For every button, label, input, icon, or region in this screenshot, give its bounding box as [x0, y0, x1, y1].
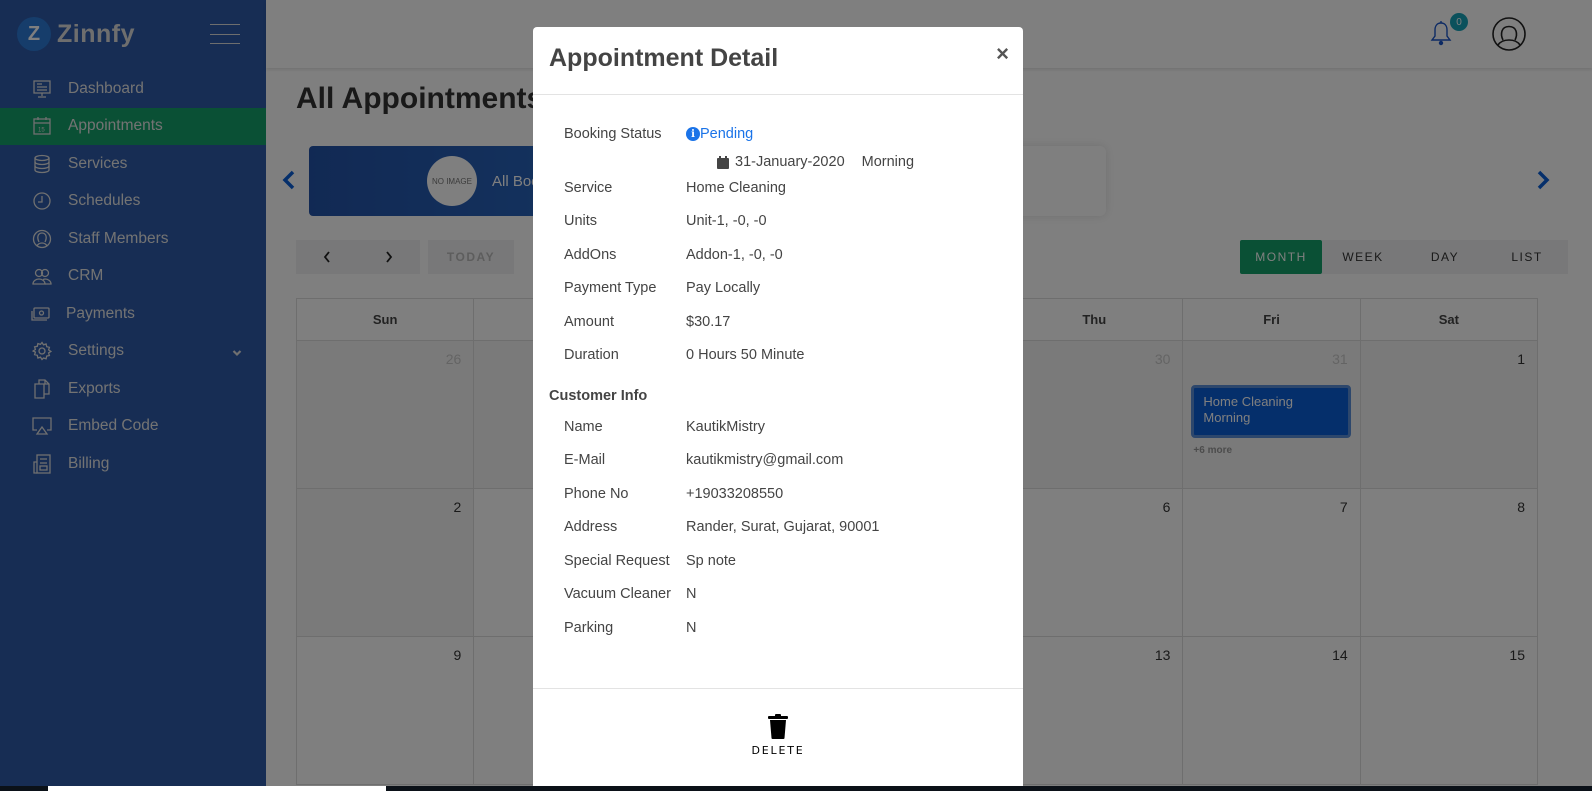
- detail-row-address: Address Rander, Surat, Gujarat, 90001: [533, 519, 1023, 553]
- booking-date: 31-January-2020: [735, 153, 845, 170]
- detail-label: Payment Type: [564, 280, 657, 296]
- detail-value: kautikmistry@gmail.com: [686, 452, 844, 468]
- detail-label: Duration: [564, 347, 619, 363]
- detail-row-parking: Parking N: [533, 620, 1023, 654]
- detail-row-payment-type: Payment Type Pay Locally: [533, 280, 1023, 314]
- delete-label: DELETE: [751, 744, 805, 757]
- detail-value: Rander, Surat, Gujarat, 90001: [686, 519, 880, 535]
- detail-value: Sp note: [686, 552, 736, 569]
- detail-row-units: Units Unit-1, -0, -0: [533, 213, 1023, 247]
- detail-value: +19033208550: [686, 485, 784, 502]
- detail-value: 0 Hours 50 Minute: [686, 347, 805, 363]
- detail-label: Address: [564, 519, 618, 535]
- detail-label: Name: [564, 418, 603, 435]
- detail-value: N: [686, 619, 697, 636]
- detail-value: Home Cleaning: [686, 179, 786, 196]
- booking-date-row: 31-January-2020 Morning: [533, 154, 1023, 180]
- detail-value: KautikMistry: [686, 418, 765, 435]
- detail-value: Addon-1, -0, -0: [686, 246, 783, 263]
- detail-label: Booking Status: [564, 126, 662, 142]
- trash-icon: [767, 714, 789, 742]
- detail-label: Special Request: [564, 552, 670, 569]
- detail-value: N: [686, 586, 697, 602]
- detail-row-email: E-Mail kautikmistry@gmail.com: [533, 452, 1023, 486]
- detail-row-phone: Phone No +19033208550: [533, 486, 1023, 520]
- taskbar-segment: [48, 786, 386, 791]
- detail-row-name: Name KautikMistry: [533, 419, 1023, 453]
- detail-row-addons: AddOns Addon-1, -0, -0: [533, 247, 1023, 281]
- customer-info-heading: Customer Info: [549, 387, 648, 404]
- detail-row-vacuum-cleaner: Vacuum Cleaner N: [533, 586, 1023, 620]
- detail-value: $30.17: [686, 313, 731, 330]
- calendar-icon: [717, 155, 729, 169]
- detail-label: E-Mail: [564, 452, 606, 468]
- detail-label: Phone No: [564, 485, 629, 502]
- booking-status-value[interactable]: i Pending: [686, 126, 753, 142]
- delete-button[interactable]: DELETE: [752, 714, 805, 757]
- info-icon: i: [686, 127, 700, 141]
- detail-row-duration: Duration 0 Hours 50 Minute: [533, 347, 1023, 381]
- appointment-detail-modal: Appointment Detail × Booking Status i Pe…: [533, 27, 1023, 786]
- modal-body: Booking Status i Pending 31-January-2020…: [533, 95, 1023, 689]
- detail-label: Service: [564, 179, 613, 196]
- modal-footer: DELETE: [533, 689, 1023, 785]
- detail-label: Units: [564, 213, 598, 229]
- detail-row-amount: Amount $30.17: [533, 314, 1023, 348]
- status-text: Pending: [700, 126, 754, 142]
- detail-label: Vacuum Cleaner: [564, 586, 671, 602]
- modal-title: Appointment Detail: [549, 44, 779, 72]
- close-icon[interactable]: ×: [996, 43, 1009, 65]
- detail-value: Pay Locally: [686, 280, 761, 296]
- os-taskbar-strip: [0, 786, 1592, 791]
- modal-header: Appointment Detail ×: [533, 27, 1023, 95]
- detail-value: Unit-1, -0, -0: [686, 213, 767, 229]
- detail-label: Amount: [564, 313, 614, 330]
- detail-label: Parking: [564, 619, 614, 636]
- detail-row-service: Service Home Cleaning: [533, 180, 1023, 214]
- detail-label: AddOns: [564, 246, 617, 263]
- booking-slot: Morning: [861, 153, 915, 170]
- detail-row-special-request: Special Request Sp note: [533, 553, 1023, 587]
